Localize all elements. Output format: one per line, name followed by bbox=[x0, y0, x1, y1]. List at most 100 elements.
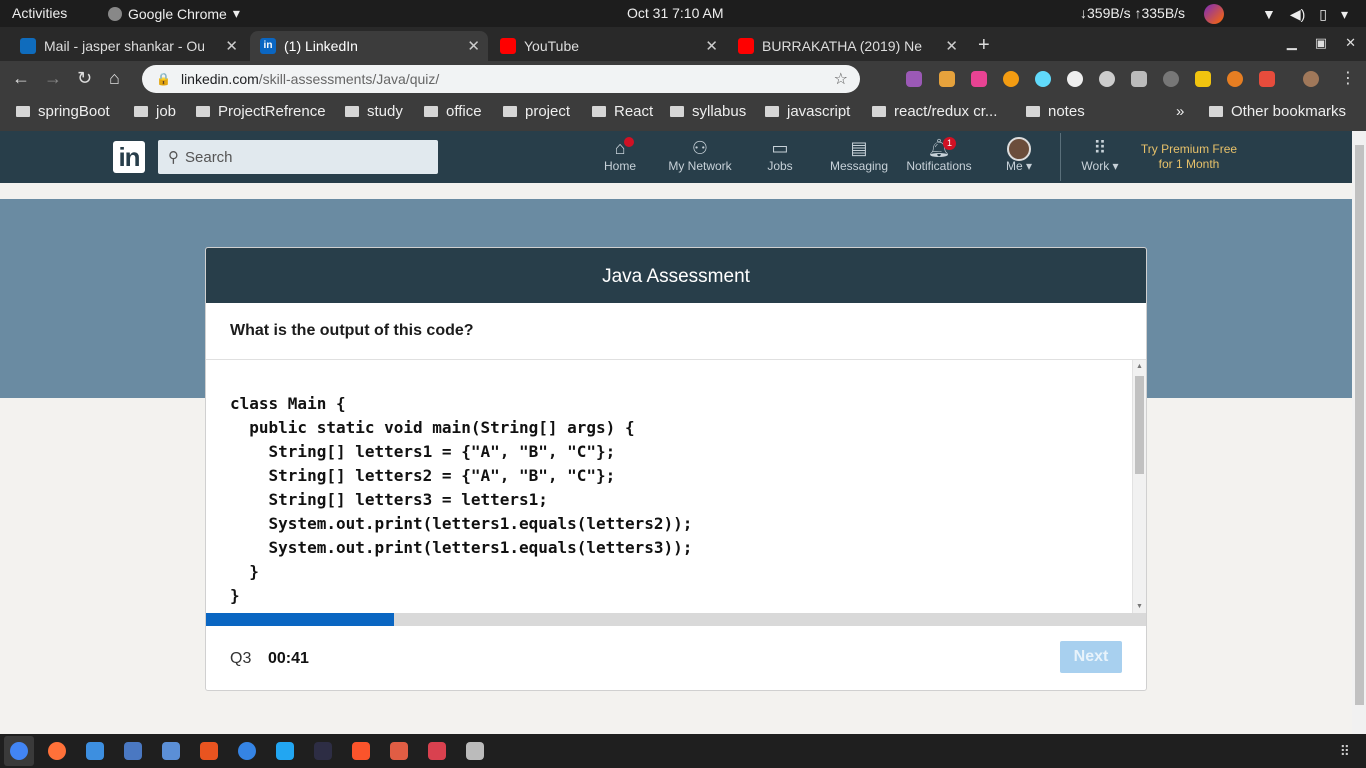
extension-icon[interactable] bbox=[1131, 71, 1147, 87]
extension-icon[interactable] bbox=[1003, 71, 1019, 87]
folder-icon bbox=[196, 106, 210, 117]
extension-icon[interactable] bbox=[1227, 71, 1243, 87]
code-panel[interactable]: class Main { public static void main(Str… bbox=[206, 360, 1146, 613]
minimize-icon[interactable]: ▁ bbox=[1287, 35, 1297, 51]
clock[interactable]: Oct 31 7:10 AM bbox=[627, 5, 724, 21]
app-icon[interactable] bbox=[390, 742, 408, 760]
text-editor-icon[interactable] bbox=[162, 742, 180, 760]
tab-mail[interactable]: Mail - jasper shankar - Ou ✕ bbox=[10, 31, 246, 61]
try-premium-link[interactable]: Try Premium Free for 1 Month bbox=[1130, 142, 1248, 172]
chat-icon[interactable] bbox=[86, 742, 104, 760]
nav-jobs[interactable]: ▭ Jobs bbox=[740, 137, 820, 173]
bookmark-folder[interactable]: javascript bbox=[765, 103, 850, 120]
bookmark-folder[interactable]: react/redux cr... bbox=[872, 103, 997, 120]
close-icon[interactable]: ✕ bbox=[705, 37, 718, 55]
maximize-icon[interactable]: ▣ bbox=[1315, 35, 1327, 51]
extension-icon[interactable] bbox=[1195, 71, 1211, 87]
home-icon[interactable]: ⌂ bbox=[109, 68, 120, 89]
folder-icon bbox=[16, 106, 30, 117]
code-scrollbar[interactable]: ▲ ▼ bbox=[1132, 360, 1146, 613]
extension-icon[interactable] bbox=[1163, 71, 1179, 87]
close-icon[interactable]: ✕ bbox=[1345, 35, 1356, 51]
bookmark-folder[interactable]: job bbox=[134, 103, 176, 120]
app-menu[interactable]: Google Chrome ▾ bbox=[108, 5, 240, 22]
close-icon[interactable]: ✕ bbox=[467, 37, 480, 55]
extension-icon[interactable] bbox=[1259, 71, 1275, 87]
profile-avatar-icon[interactable] bbox=[1303, 71, 1319, 87]
nav-me[interactable]: Me ▾ bbox=[979, 137, 1059, 173]
bookmark-folder[interactable]: office bbox=[424, 103, 482, 120]
document-icon[interactable] bbox=[124, 742, 142, 760]
folder-icon bbox=[134, 106, 148, 117]
bookmark-folder[interactable]: notes bbox=[1026, 103, 1085, 120]
bookmark-folder[interactable]: springBoot bbox=[16, 103, 110, 120]
bookmark-folder[interactable]: syllabus bbox=[670, 103, 746, 120]
scrollbar-thumb[interactable] bbox=[1135, 376, 1144, 474]
address-bar[interactable]: 🔒 linkedin.com/skill-assessments/Java/qu… bbox=[142, 65, 860, 93]
nav-work[interactable]: ⠿ Work ▾ bbox=[1060, 137, 1140, 173]
react-devtools-icon[interactable] bbox=[1035, 71, 1051, 87]
scroll-down-arrow-icon[interactable]: ▼ bbox=[1136, 603, 1143, 610]
page-scrollbar[interactable] bbox=[1352, 131, 1366, 734]
extension-icon[interactable] bbox=[939, 71, 955, 87]
app-icon[interactable] bbox=[428, 742, 446, 760]
nav-label: Messaging bbox=[829, 159, 889, 173]
forward-arrow-icon[interactable]: → bbox=[44, 68, 62, 89]
chrome-icon bbox=[108, 6, 122, 21]
close-icon[interactable]: ✕ bbox=[225, 37, 238, 55]
linkedin-logo[interactable]: in bbox=[113, 141, 145, 173]
nav-label: Notifications bbox=[906, 159, 972, 173]
tab-linkedin[interactable]: in (1) LinkedIn ✕ bbox=[250, 31, 488, 61]
firefox-icon[interactable] bbox=[1203, 4, 1224, 24]
help-icon[interactable] bbox=[238, 742, 256, 760]
bookmark-folder[interactable]: study bbox=[345, 103, 403, 120]
nav-notifications[interactable]: 🔔︎ 1 Notifications bbox=[899, 137, 979, 173]
system-tray[interactable]: ▼ ◀) ▯ ▾ bbox=[1203, 4, 1348, 24]
bookmarks-overflow-button[interactable]: » bbox=[1176, 103, 1184, 120]
bookmark-folder[interactable]: ProjectRefrence bbox=[196, 103, 326, 120]
lock-icon[interactable]: 🔒 bbox=[156, 72, 171, 86]
search-placeholder: Search bbox=[185, 148, 233, 166]
quiz-progress-bar bbox=[206, 613, 1146, 626]
extension-icon[interactable] bbox=[906, 71, 922, 87]
nav-messaging[interactable]: ▤ Messaging bbox=[819, 137, 899, 173]
other-bookmarks[interactable]: Other bookmarks bbox=[1209, 103, 1346, 120]
back-arrow-icon[interactable]: ← bbox=[12, 68, 30, 89]
scroll-up-arrow-icon[interactable]: ▲ bbox=[1136, 363, 1143, 370]
bookmark-star-icon[interactable]: ☆ bbox=[834, 69, 848, 89]
notification-dot bbox=[624, 137, 634, 147]
bookmark-label: syllabus bbox=[692, 103, 747, 120]
tab-youtube[interactable]: YouTube ✕ bbox=[490, 31, 726, 61]
chrome-icon[interactable] bbox=[10, 742, 28, 760]
bookmark-label: react/redux cr... bbox=[894, 103, 998, 120]
bookmark-folder[interactable]: project bbox=[503, 103, 570, 120]
extension-icon[interactable] bbox=[1067, 71, 1083, 87]
nav-my-network[interactable]: ⚇ My Network bbox=[660, 137, 740, 173]
reload-icon[interactable]: ↻ bbox=[77, 68, 92, 89]
nav-home[interactable]: ⌂ Home bbox=[580, 137, 660, 173]
activities-button[interactable]: Activities bbox=[12, 5, 67, 21]
search-input[interactable]: ⚲ Search bbox=[158, 140, 438, 174]
close-icon[interactable]: ✕ bbox=[945, 37, 958, 55]
brave-icon[interactable] bbox=[352, 742, 370, 760]
software-center-icon[interactable] bbox=[200, 742, 218, 760]
extension-icon[interactable] bbox=[1099, 71, 1115, 87]
next-button[interactable]: Next bbox=[1060, 641, 1122, 673]
more-menu-icon[interactable]: ⋮ bbox=[1340, 68, 1356, 88]
files-icon[interactable] bbox=[466, 742, 484, 760]
terminal-icon[interactable] bbox=[314, 742, 332, 760]
scrollbar-thumb[interactable] bbox=[1355, 145, 1364, 705]
firefox-icon[interactable] bbox=[48, 742, 66, 760]
vscode-icon[interactable] bbox=[276, 742, 294, 760]
folder-icon bbox=[503, 106, 517, 117]
new-tab-button[interactable]: + bbox=[978, 34, 990, 57]
page-spacer bbox=[0, 183, 1352, 199]
extension-icon[interactable] bbox=[971, 71, 987, 87]
tab-burrakatha[interactable]: BURRAKATHA (2019) New ✕ bbox=[728, 31, 966, 61]
home-icon: ⌂ bbox=[614, 138, 626, 158]
quiz-timer: 00:41 bbox=[268, 650, 309, 667]
bookmark-folder[interactable]: React bbox=[592, 103, 653, 120]
tab-title: YouTube bbox=[524, 38, 580, 54]
show-applications-icon[interactable]: ⠿ bbox=[1340, 743, 1350, 760]
briefcase-icon: ▭ bbox=[771, 138, 789, 158]
